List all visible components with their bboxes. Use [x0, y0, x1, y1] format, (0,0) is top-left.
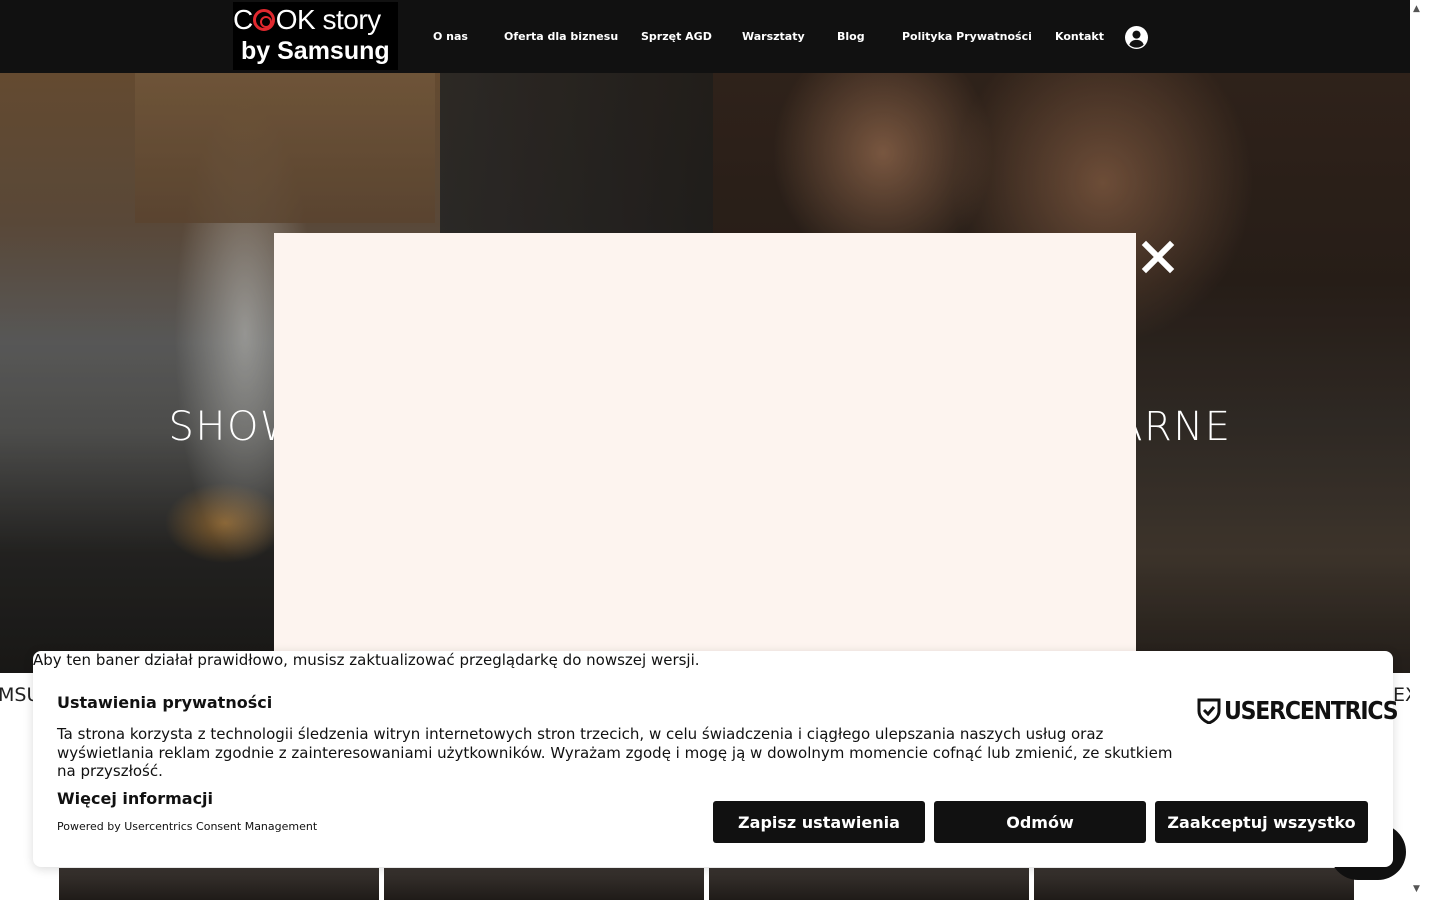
browser-warning: Aby ten baner działał prawidłowo, musisz…: [33, 651, 700, 669]
shield-check-icon: [1197, 698, 1221, 724]
accept-all-button[interactable]: Zaakceptuj wszystko: [1155, 801, 1368, 843]
logo-ring-icon: [252, 9, 275, 31]
nav-kontakt[interactable]: Kontakt: [1055, 30, 1104, 44]
nav-oferta-dla-biznesu[interactable]: Oferta dla biznesu: [504, 30, 618, 44]
consent-description: Ta strona korzysta z technologii śledzen…: [57, 725, 1173, 780]
more-info-link[interactable]: Więcej informacji: [57, 789, 213, 809]
gallery-thumbnail[interactable]: [384, 868, 704, 900]
powered-by-text: Powered by Usercentrics Consent Manageme…: [57, 820, 318, 833]
gallery-thumbnail[interactable]: [1034, 868, 1354, 900]
lightbox-modal: [274, 233, 1136, 673]
logo-wordmark: C OK story: [233, 4, 381, 35]
consent-title: Ustawienia prywatności: [57, 693, 273, 712]
nav-sprzet-agd[interactable]: Sprzęt AGD: [641, 30, 712, 44]
nav-warsztaty[interactable]: Warsztaty: [742, 30, 805, 44]
page-scrollbar[interactable]: [1410, 0, 1440, 900]
scroll-up-arrow-icon[interactable]: ▲: [1413, 4, 1420, 14]
user-icon[interactable]: [1125, 26, 1148, 49]
usercentrics-wordmark: USERCENTRICS: [1224, 696, 1399, 726]
close-icon[interactable]: [1140, 239, 1176, 275]
deny-button[interactable]: Odmów: [934, 801, 1146, 843]
usercentrics-logo: USERCENTRICS: [1197, 696, 1399, 726]
scroll-down-arrow-icon[interactable]: ▼: [1413, 884, 1420, 894]
cookstory-logo[interactable]: C OK story by Samsung: [233, 2, 398, 70]
logo-tagline: by Samsung: [241, 37, 390, 65]
nav-polityka-prywatnosci[interactable]: Polityka Prywatności: [902, 30, 1032, 44]
gallery-thumbnail[interactable]: [59, 868, 379, 900]
gallery-thumbnail[interactable]: [709, 868, 1029, 900]
save-settings-button[interactable]: Zapisz ustawienia: [713, 801, 925, 843]
nav-blog[interactable]: Blog: [837, 30, 865, 44]
nav-o-nas[interactable]: O nas: [433, 30, 468, 44]
site-header: C OK story by Samsung O nas Oferta dla bi…: [0, 0, 1410, 73]
